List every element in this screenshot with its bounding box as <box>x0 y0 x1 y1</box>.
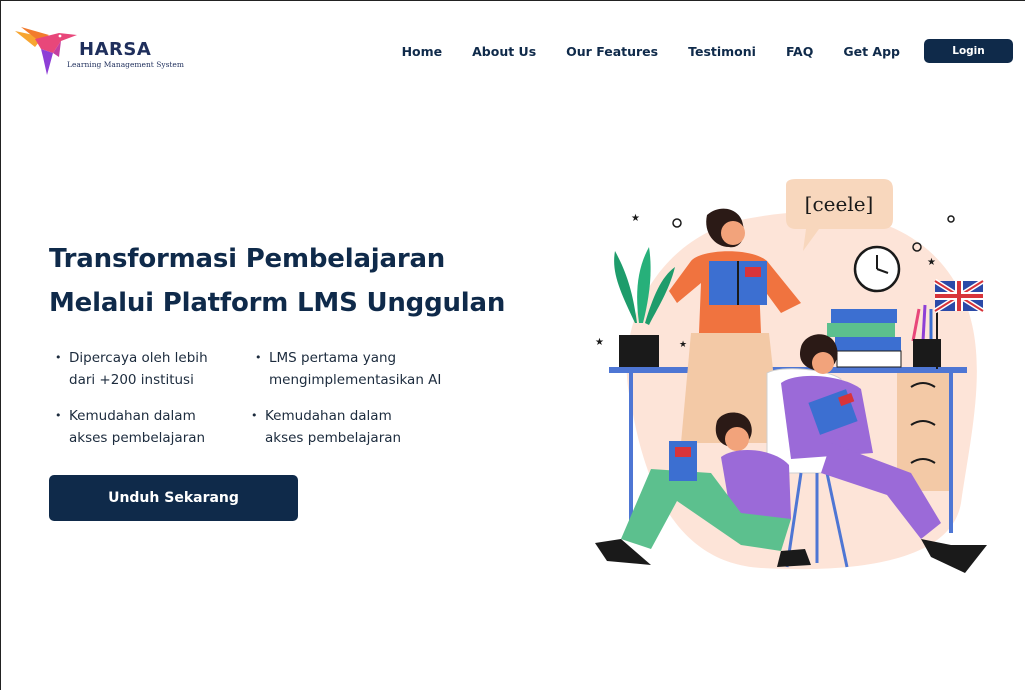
hero-point-line: Kemudahan dalam <box>69 408 196 424</box>
brand-tagline: Learning Management System <box>67 60 184 69</box>
clock-icon <box>853 245 901 293</box>
bullet: • <box>255 351 262 364</box>
hero-point: • LMS pertama yang mengimplementasikan A… <box>255 347 441 391</box>
top-nav: Home About Us Our Features Testimoni FAQ… <box>402 39 1013 63</box>
bullet: • <box>55 409 62 422</box>
people-reading-illustration: [ceele] ★ ★ ★ ★ <box>595 179 987 573</box>
hero-title-line-2: Melalui Platform LMS Unggulan <box>49 288 506 318</box>
download-now-button[interactable]: Unduh Sekarang <box>49 475 298 521</box>
svg-text:★: ★ <box>631 213 640 224</box>
nav-home[interactable]: Home <box>402 44 443 59</box>
nav-testimoni[interactable]: Testimoni <box>688 44 756 59</box>
books-icon <box>827 309 902 368</box>
bullet: • <box>251 409 258 422</box>
hero-point: • Dipercaya oleh lebih dari +200 institu… <box>55 347 208 391</box>
nav-our-features[interactable]: Our Features <box>566 44 658 59</box>
hero-title-line-1: Transformasi Pembelajaran <box>49 244 446 274</box>
brand-name: HARSA <box>79 39 152 60</box>
hero-point-line: Dipercaya oleh lebih <box>69 350 208 366</box>
svg-text:★: ★ <box>595 337 604 348</box>
hero-point: • Kemudahan dalam akses pembelajaran <box>251 405 401 449</box>
svg-text:★: ★ <box>679 340 687 350</box>
hero-title: Transformasi Pembelajaran Melalui Platfo… <box>49 237 505 325</box>
hero-point-line: dari +200 institusi <box>69 372 194 388</box>
hero-point-line: LMS pertama yang <box>269 350 397 366</box>
hummingbird-logo-icon <box>15 27 77 75</box>
nav-get-app[interactable]: Get App <box>843 44 900 59</box>
hero-point-line: akses pembelajaran <box>69 430 206 446</box>
nav-about-us[interactable]: About Us <box>472 44 536 59</box>
hero-point-line: akses pembelajaran <box>265 430 402 446</box>
svg-text:★: ★ <box>927 257 936 268</box>
nav-faq[interactable]: FAQ <box>786 44 813 59</box>
speech-bubble-text: [ceele] <box>805 192 874 216</box>
brand-logo[interactable]: HARSA Learning Management System <box>13 23 184 79</box>
hero-point: • Kemudahan dalam akses pembelajaran <box>55 405 205 449</box>
hero-point-line: mengimplementasikan AI <box>269 372 442 388</box>
hero-point-line: Kemudahan dalam <box>265 408 392 424</box>
login-button[interactable]: Login <box>924 39 1013 63</box>
bullet: • <box>55 351 62 364</box>
